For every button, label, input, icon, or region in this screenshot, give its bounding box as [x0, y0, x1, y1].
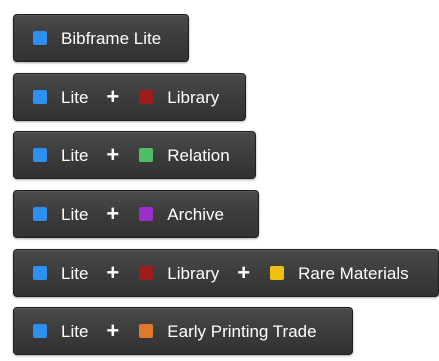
lite-library-rare-materials-button[interactable]: Lite + Library + Rare Materials [13, 249, 439, 297]
plus-icon: + [106, 84, 120, 109]
lite-swatch-icon [33, 90, 47, 104]
button-label: Relation [167, 145, 230, 165]
lite-swatch-icon [33, 324, 47, 338]
button-label: Bibframe Lite [61, 28, 162, 48]
button-label: Archive [167, 204, 224, 224]
bibframe-lite-button[interactable]: Bibframe Lite [13, 14, 189, 62]
lite-archive-button[interactable]: Lite + Archive [13, 190, 259, 238]
archive-swatch-icon [139, 207, 154, 221]
plus-icon: + [237, 260, 251, 285]
button-label: Lite [61, 145, 89, 165]
relation-swatch-icon [139, 148, 154, 162]
plus-icon: + [106, 260, 120, 285]
lite-swatch-icon [33, 148, 47, 162]
button-label: Rare Materials [298, 263, 409, 283]
button-label: Lite [61, 204, 89, 224]
plus-icon: + [106, 201, 120, 226]
button-label: Library [167, 87, 220, 107]
lite-early-printing-trade-button[interactable]: Lite + Early Printing Trade [13, 307, 353, 355]
lite-swatch-icon [33, 266, 47, 280]
library-swatch-icon [139, 266, 154, 280]
button-label: Lite [61, 263, 89, 283]
lite-swatch-icon [33, 207, 47, 221]
library-swatch-icon [139, 90, 154, 104]
plus-icon: + [106, 318, 120, 343]
plus-icon: + [106, 142, 120, 167]
button-label: Lite [61, 87, 89, 107]
button-label: Early Printing Trade [167, 321, 317, 341]
button-label: Library [167, 263, 220, 283]
rare-materials-swatch-icon [270, 266, 285, 280]
button-label: Lite [61, 321, 89, 341]
lite-library-button[interactable]: Lite + Library [13, 73, 246, 121]
early-printing-trade-swatch-icon [139, 324, 154, 338]
lite-swatch-icon [33, 31, 47, 45]
lite-relation-button[interactable]: Lite + Relation [13, 131, 256, 179]
